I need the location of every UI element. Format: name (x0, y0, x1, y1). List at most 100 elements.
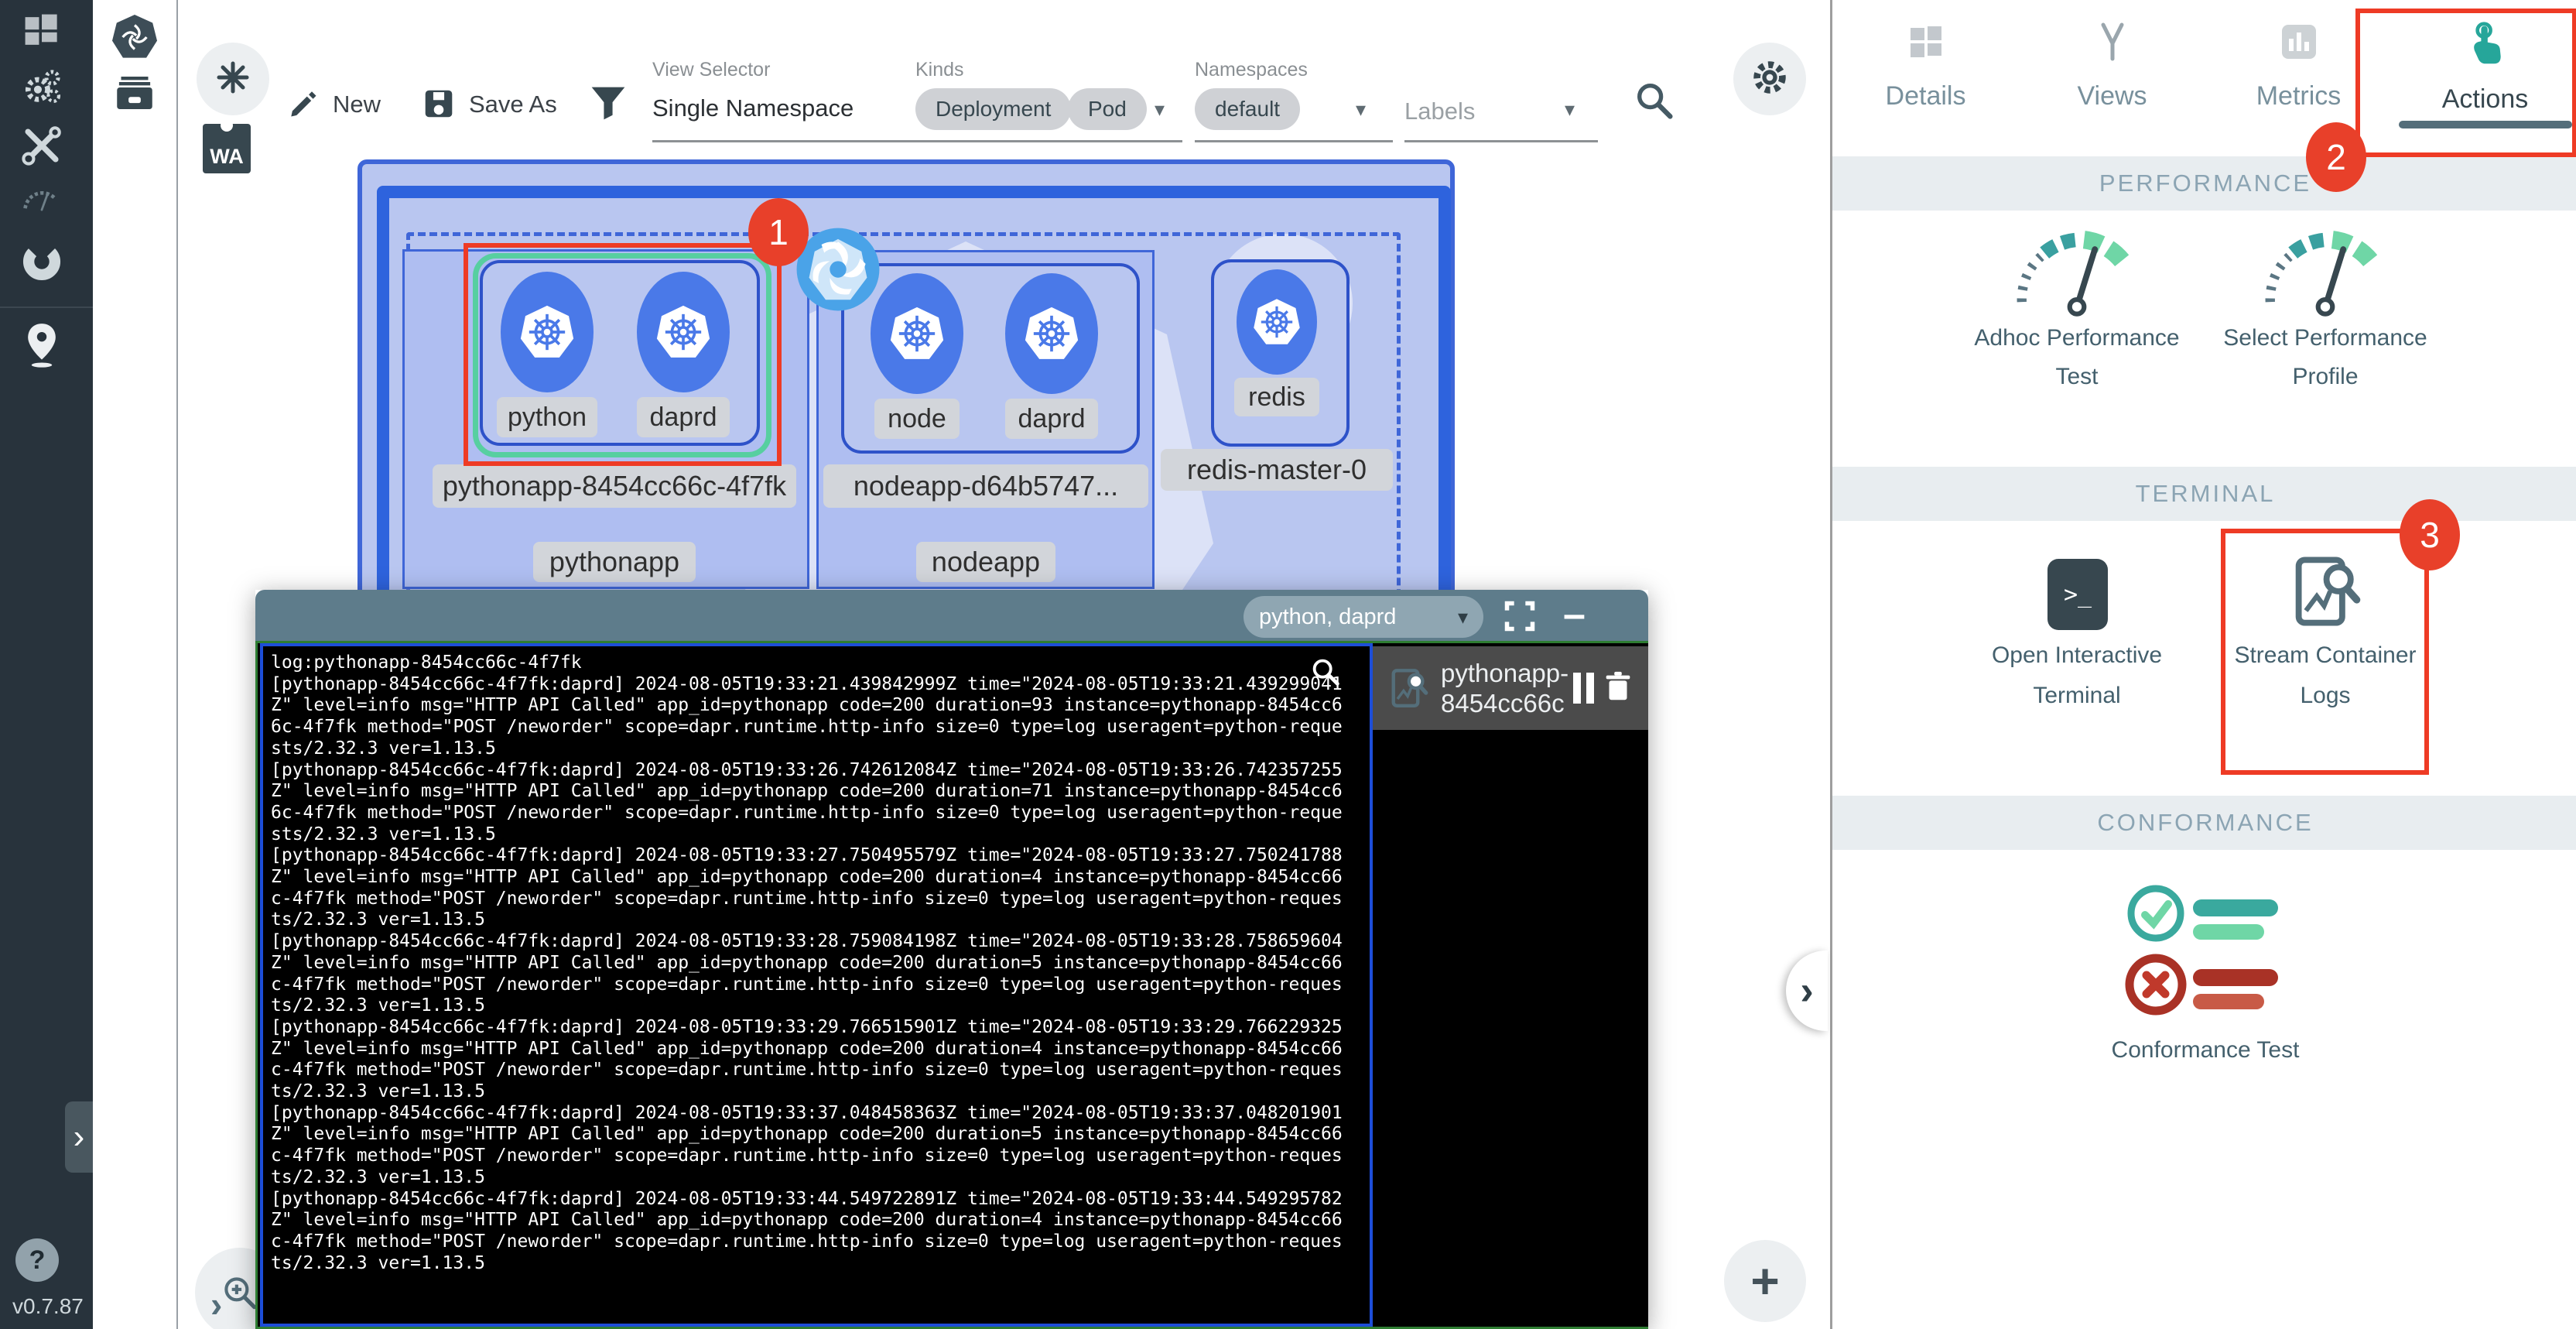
log-lines: log:pythonapp-8454cc66c-4f7fk[pythonapp-… (271, 653, 1370, 1274)
container-label-node: node (874, 399, 960, 439)
patterns-pie-icon[interactable] (19, 238, 65, 285)
stream-item-name-line2: 8454cc66c (1441, 689, 1565, 718)
kind-chip-pod-label: Pod (1088, 97, 1127, 122)
section-terminal-header: TERMINAL (1832, 467, 2576, 521)
kubernetes-icon (1250, 296, 1303, 348)
panel-collapse-button[interactable] (1786, 951, 1828, 1031)
search-icon[interactable] (1631, 77, 1678, 124)
details-side-panel: Details Views Metrics (1830, 0, 2576, 1329)
pod-label-redis: redis-master-0 (1161, 449, 1393, 491)
annotation-box-2 (2355, 9, 2576, 157)
container-daprd-2[interactable] (1005, 273, 1098, 394)
checklist-icon (2125, 882, 2295, 1022)
burst-icon (214, 59, 251, 100)
meshery-logo-icon[interactable] (111, 14, 158, 60)
pod-label-pythonapp: pythonapp-8454cc66c-4f7fk (433, 464, 796, 508)
pencil-icon (286, 87, 320, 121)
labels-filter-input[interactable]: Labels (1404, 98, 1475, 125)
kanvas-app: v0.7.87 WA (0, 0, 2576, 1329)
group-label-pythonapp: pythonapp (533, 542, 696, 582)
namespaces-dropdown-arrow-icon[interactable] (1356, 98, 1366, 122)
log-terminal-panel: python, daprd log:pythonapp-8454cc66c-4f… (255, 590, 1648, 1329)
select-performance-label-2: Profile (2194, 364, 2457, 390)
container-label-daprd2: daprd (1005, 399, 1098, 439)
terminal-header[interactable]: python, daprd (255, 590, 1648, 641)
section-conformance-header: CONFORMANCE (1832, 796, 2576, 850)
views-icon (2091, 20, 2134, 67)
gear-icon (1749, 57, 1791, 102)
adhoc-performance-label-2: Test (1945, 364, 2208, 390)
log-output[interactable]: log:pythonapp-8454cc66c-4f7fk[pythonapp-… (260, 643, 1373, 1327)
kanvas-pin-icon[interactable] (19, 322, 65, 368)
pod-label-nodeapp: nodeapp-d64b5747... (823, 464, 1148, 508)
kinds-label: Kinds (915, 59, 964, 81)
lifecycle-gears-icon[interactable] (19, 65, 65, 111)
rail-divider (0, 307, 93, 308)
container-redis[interactable] (1237, 269, 1317, 375)
open-terminal-label-2: Terminal (1945, 683, 2208, 709)
save-as-button-label: Save As (469, 91, 557, 118)
container-node[interactable] (871, 273, 963, 394)
stream-logs-icon (1387, 666, 1430, 710)
pause-icon[interactable] (1573, 673, 1594, 704)
namespace-chip-default-label: default (1215, 97, 1280, 122)
namespaces-label: Namespaces (1195, 59, 1308, 81)
save-as-button[interactable]: Save As (464, 90, 562, 119)
log-search-cursor-icon (1308, 654, 1343, 690)
stream-item-name: pythonapp- 8454cc66c (1441, 658, 1569, 718)
annotation-badge-2: 2 (2306, 122, 2366, 192)
view-selector-value: Single Namespace (652, 94, 854, 122)
add-node-button[interactable] (1724, 1240, 1806, 1322)
stream-item-name-line1: pythonapp- (1441, 659, 1569, 687)
kind-chip-deployment[interactable]: Deployment (915, 88, 1071, 130)
namespace-chip-default[interactable]: default (1195, 88, 1300, 130)
performance-gauge-icon[interactable] (19, 176, 65, 223)
stream-list-item[interactable]: pythonapp- 8454cc66c (1373, 646, 1648, 730)
funnel-icon[interactable] (588, 81, 628, 125)
annotation-badge-1: 1 (748, 198, 809, 266)
conformance-test-label: Conformance Test (2074, 1037, 2337, 1064)
plus-icon (1750, 1252, 1779, 1310)
labels-underline (1404, 140, 1598, 142)
annotation-box-1 (464, 243, 782, 466)
tab-views[interactable]: Views (2019, 0, 2205, 151)
catalog-drawer-icon[interactable] (111, 70, 158, 116)
terminal-content: log:pythonapp-8454cc66c-4f7fk[pythonapp-… (255, 641, 1648, 1329)
section-performance-header: PERFORMANCE (1832, 156, 2576, 211)
adhoc-performance-label-1: Adhoc Performance (1945, 325, 2208, 351)
group-label-nodeapp: nodeapp (916, 542, 1055, 582)
wasm-icon-notch (221, 119, 233, 132)
container-label-redis: redis (1234, 378, 1319, 416)
minimize-icon[interactable] (1563, 591, 1586, 638)
tab-metrics-label: Metrics (2256, 81, 2342, 111)
app-rail: WA (93, 0, 178, 1329)
namespaces-underline (1195, 140, 1393, 142)
trash-icon[interactable] (1600, 669, 1636, 708)
app-rail-expand-chevron[interactable] (210, 1283, 222, 1325)
select-performance-label-1: Select Performance (2194, 325, 2457, 351)
tab-details[interactable]: Details (1832, 0, 2019, 151)
tab-views-label: Views (2077, 81, 2147, 111)
save-icon (422, 87, 456, 121)
container-selector-dropdown[interactable]: python, daprd (1244, 596, 1483, 638)
settings-button[interactable] (1733, 43, 1806, 115)
kind-chip-deployment-label: Deployment (936, 97, 1051, 122)
pattern-button[interactable] (197, 43, 269, 115)
tab-details-label: Details (1886, 81, 1966, 111)
view-selector-label: View Selector (652, 59, 770, 81)
open-terminal-label-1: Open Interactive (1945, 642, 2208, 669)
bar-chart-icon (2277, 20, 2321, 67)
new-button[interactable]: New (328, 90, 385, 119)
annotation-box-3 (2221, 529, 2429, 775)
kind-chip-pod[interactable]: Pod (1068, 88, 1147, 130)
labels-dropdown-arrow-icon[interactable] (1565, 98, 1575, 122)
annotation-badge-3: 3 (2400, 499, 2460, 570)
help-icon[interactable] (15, 1238, 59, 1282)
fullscreen-icon[interactable] (1503, 599, 1537, 633)
rail-expand-button[interactable] (65, 1101, 93, 1173)
kubernetes-icon (1021, 303, 1082, 364)
kinds-dropdown-arrow-icon[interactable] (1155, 98, 1165, 122)
configuration-tools-icon[interactable] (19, 122, 65, 169)
version-label: v0.7.87 (12, 1294, 84, 1319)
dashboard-icon[interactable] (19, 8, 65, 54)
